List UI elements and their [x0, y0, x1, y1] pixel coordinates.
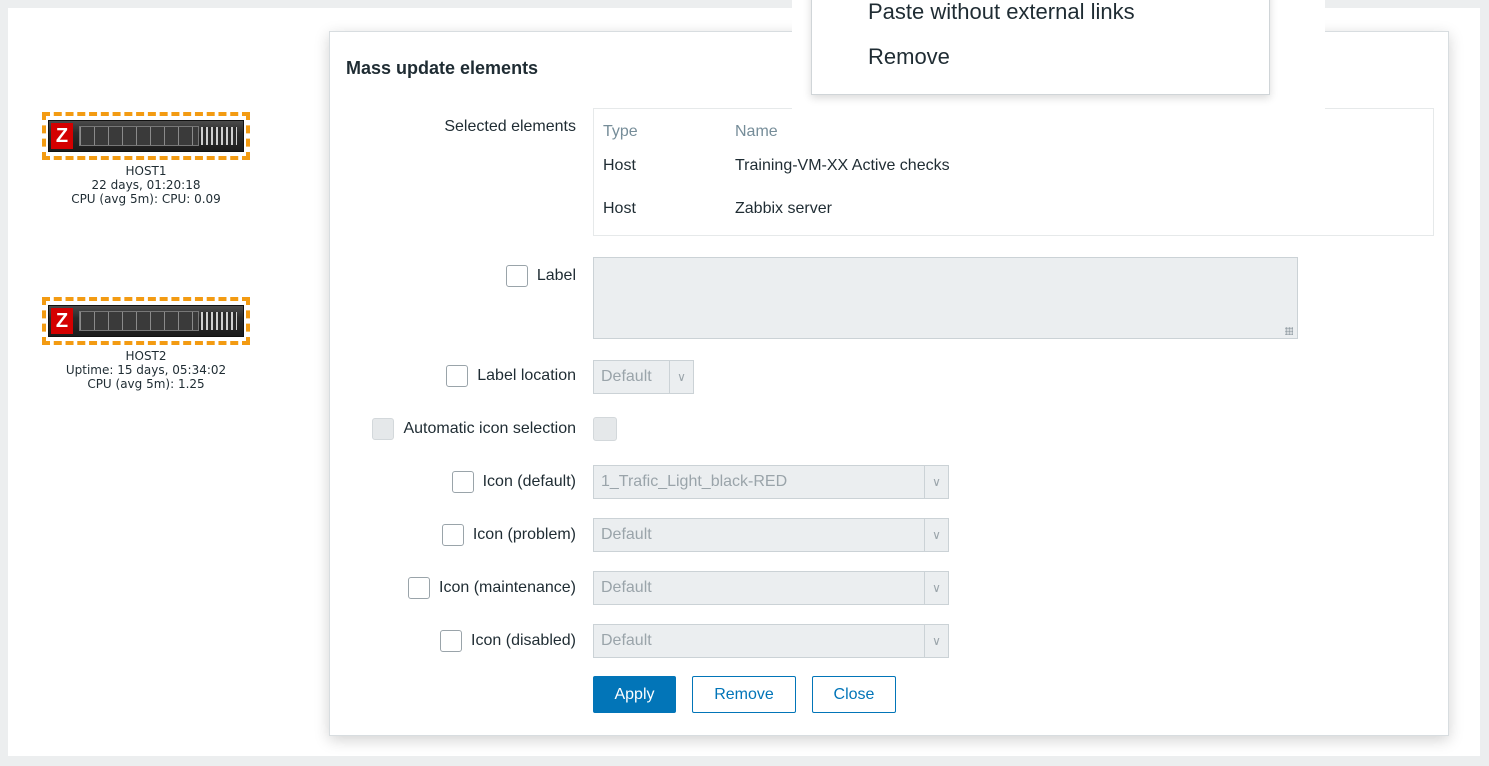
row-type: Host: [603, 200, 636, 217]
chevron-down-icon: ∨: [669, 361, 693, 393]
zabbix-logo-icon: Z: [51, 123, 73, 149]
auto-icon-text: Automatic icon selection: [403, 420, 576, 437]
drive-bays-graphic: [79, 311, 199, 331]
zabbix-logo-icon: Z: [51, 308, 73, 334]
icon-problem-select[interactable]: Default ∨: [593, 518, 949, 552]
host-name: HOST1: [125, 164, 167, 178]
chevron-down-icon: ∨: [924, 519, 948, 551]
remove-button[interactable]: Remove: [692, 676, 796, 713]
front-panel-graphic: [201, 312, 237, 330]
server-icon: Z: [48, 305, 244, 337]
context-menu: Paste without external links Remove: [811, 0, 1270, 95]
icon-problem-checkbox[interactable]: [441, 524, 464, 546]
label-location-text: Label location: [477, 367, 576, 384]
icon-maintenance-checkbox[interactable]: [408, 577, 431, 599]
label-location-value: Default: [601, 368, 652, 385]
drive-bays-graphic: [79, 126, 199, 146]
label-text: Label: [536, 267, 576, 284]
label-row-label: Label: [505, 265, 576, 287]
map-element-host2[interactable]: Z HOST2 Uptime: 15 days, 05:34:02 CPU (a…: [26, 297, 266, 391]
selected-elements-text: Selected elements: [444, 118, 576, 135]
host-uptime: 22 days, 01:20:18: [91, 178, 201, 192]
menu-item-paste-without-links[interactable]: Paste without external links: [868, 0, 1135, 25]
selected-elements-label: Selected elements: [444, 118, 576, 136]
host-uptime: Uptime: 15 days, 05:34:02: [65, 363, 227, 377]
label-checkbox[interactable]: [505, 265, 528, 287]
label-location-checkbox[interactable]: [446, 365, 469, 387]
selection-frame: Z: [42, 297, 250, 345]
front-panel-graphic: [201, 127, 237, 145]
icon-problem-value: Default: [601, 526, 652, 543]
icon-default-text: Icon (default): [482, 473, 576, 490]
icon-maintenance-row-label: Icon (maintenance): [408, 577, 576, 599]
resize-grip-icon[interactable]: [1285, 327, 1293, 335]
icon-default-select[interactable]: 1_Trafic_Light_black-RED ∨: [593, 465, 949, 499]
map-element-host1[interactable]: Z HOST1 22 days, 01:20:18 CPU (avg 5m): …: [26, 112, 266, 206]
auto-icon-toggle[interactable]: [593, 417, 617, 441]
column-header-type: Type: [603, 123, 638, 140]
auto-icon-checkbox[interactable]: [372, 418, 395, 440]
column-header-name: Name: [735, 123, 778, 140]
row-name: Training-VM-XX Active checks: [735, 157, 950, 174]
icon-default-checkbox[interactable]: [451, 471, 474, 493]
mass-update-dialog: Mass update elements Selected elements T…: [329, 31, 1449, 736]
host-cpu: CPU (avg 5m): 1.25: [87, 377, 205, 391]
chevron-down-icon: ∨: [924, 466, 948, 498]
icon-maintenance-select[interactable]: Default ∨: [593, 571, 949, 605]
label-location-row-label: Label location: [446, 365, 576, 387]
close-button[interactable]: Close: [812, 676, 896, 713]
host-name: HOST2: [125, 349, 167, 363]
icon-maintenance-value: Default: [601, 579, 652, 596]
icon-problem-text: Icon (problem): [472, 526, 576, 543]
icon-problem-row-label: Icon (problem): [441, 524, 576, 546]
server-icon: Z: [48, 120, 244, 152]
selection-frame: Z: [42, 112, 250, 160]
apply-button[interactable]: Apply: [593, 676, 676, 713]
icon-default-value: 1_Trafic_Light_black-RED: [601, 473, 788, 490]
row-type: Host: [603, 157, 636, 174]
icon-disabled-value: Default: [601, 632, 652, 649]
label-location-select[interactable]: Default ∨: [593, 360, 694, 394]
dialog-title: Mass update elements: [346, 58, 539, 78]
auto-icon-row-label: Automatic icon selection: [372, 418, 576, 440]
icon-disabled-checkbox[interactable]: [440, 630, 463, 652]
icon-disabled-row-label: Icon (disabled): [440, 630, 576, 652]
icon-disabled-text: Icon (disabled): [471, 632, 576, 649]
label-textarea[interactable]: [593, 257, 1298, 339]
icon-disabled-select[interactable]: Default ∨: [593, 624, 949, 658]
chevron-down-icon: ∨: [924, 625, 948, 657]
host-cpu: CPU (avg 5m): CPU: 0.09: [71, 192, 221, 206]
chevron-down-icon: ∨: [924, 572, 948, 604]
icon-maintenance-text: Icon (maintenance): [439, 579, 576, 596]
icon-default-row-label: Icon (default): [451, 471, 576, 493]
row-name: Zabbix server: [735, 200, 832, 217]
menu-item-remove[interactable]: Remove: [868, 44, 950, 70]
